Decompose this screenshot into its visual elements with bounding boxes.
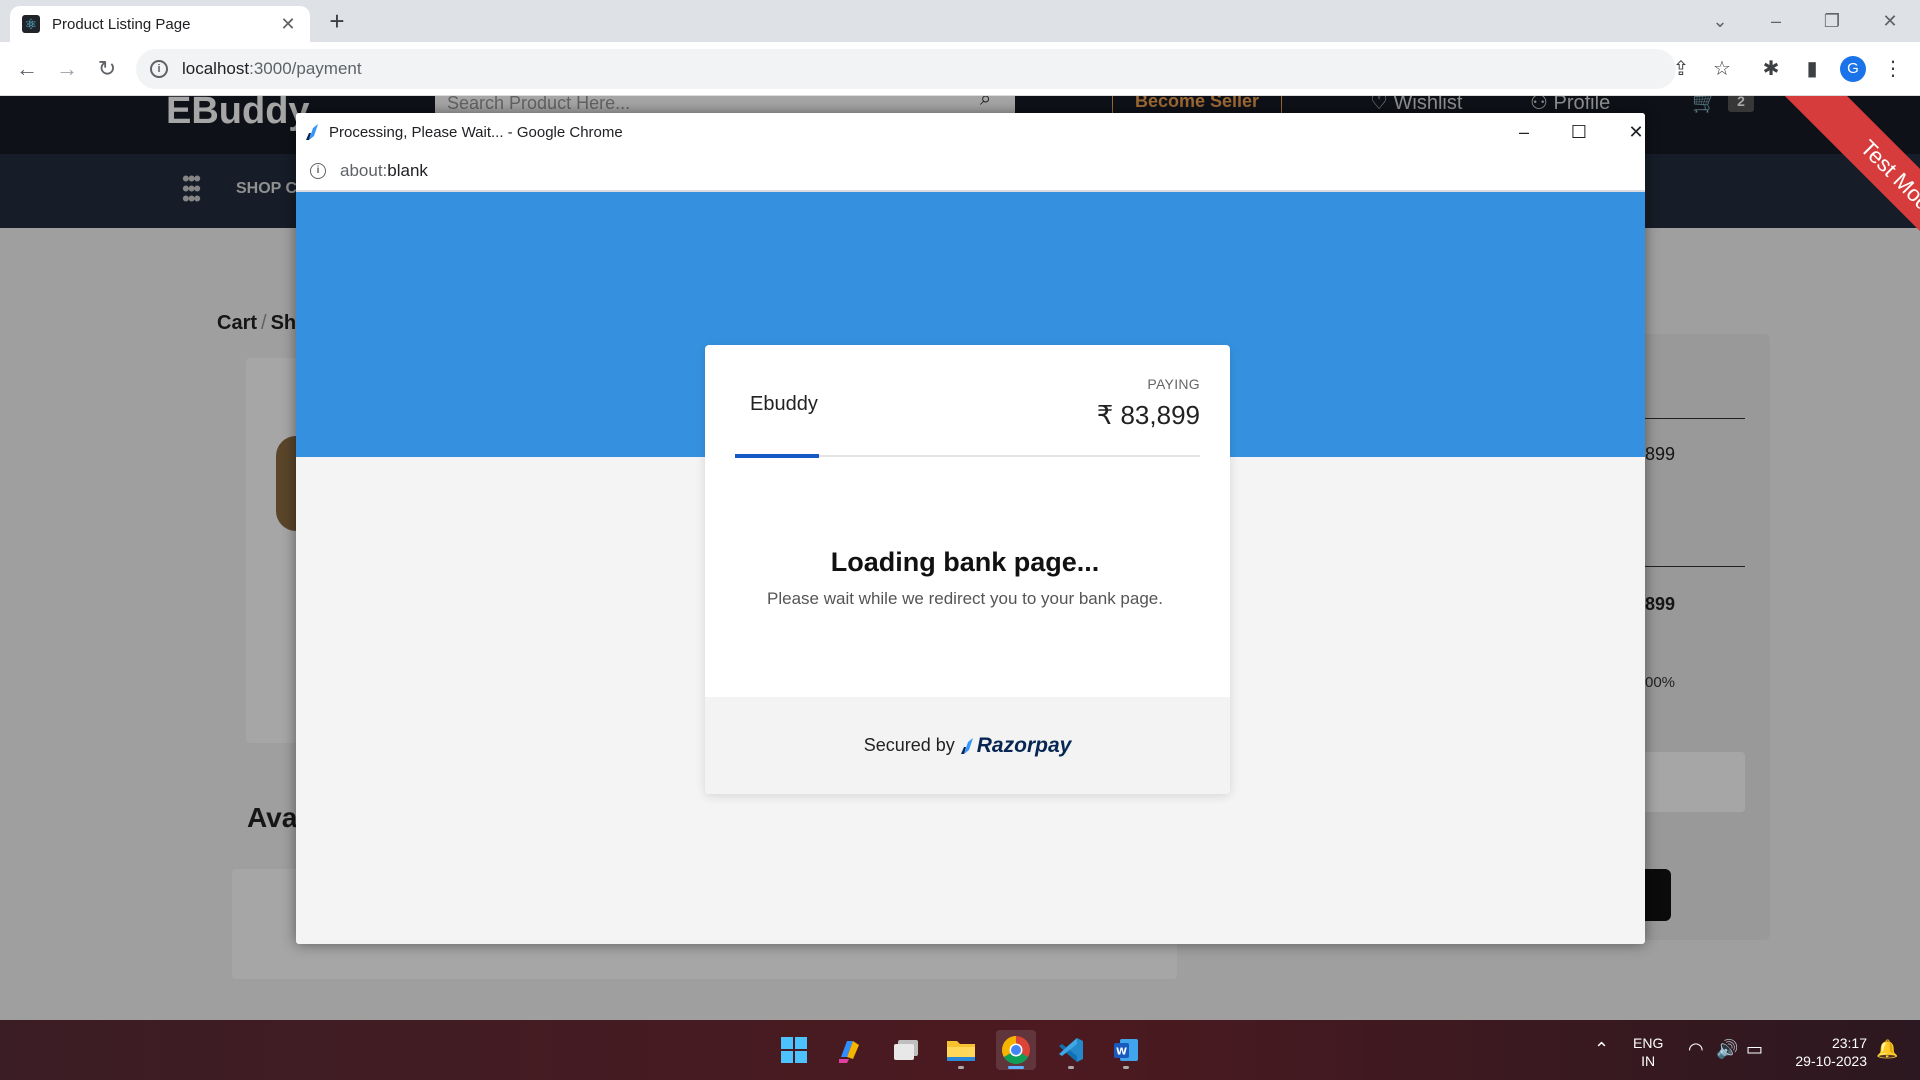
popup-minimize-icon[interactable]: – <box>1504 117 1544 147</box>
svg-text:W: W <box>1116 1047 1127 1058</box>
running-indicator <box>1123 1066 1129 1069</box>
running-indicator <box>958 1066 964 1069</box>
file-explorer-icon[interactable] <box>941 1030 981 1070</box>
merchant-name: Ebuddy <box>750 393 818 415</box>
reload-icon[interactable]: ↻ <box>92 54 122 84</box>
bookmark-star-icon[interactable]: ☆ <box>1709 56 1735 82</box>
popup-address-bar: i about:blank <box>296 151 1645 192</box>
loading-subtitle: Please wait while we redirect you to you… <box>767 589 1163 608</box>
secured-by-footer: Secured by Razorpay <box>705 697 1230 794</box>
loading-progress-bar <box>735 454 1200 458</box>
loading-progress-fill <box>735 454 819 458</box>
task-view-icon[interactable] <box>886 1030 926 1070</box>
payment-amount: ₹ 83,899 <box>1096 400 1200 430</box>
system-clock[interactable]: 23:17 29-10-2023 <box>1785 1034 1867 1070</box>
wifi-icon[interactable]: ◠ <box>1688 1039 1704 1060</box>
windows-taskbar: W ⌃ ENG IN ◠ 🔊 ▭ 23:17 29-10-2023 🔔 <box>0 1020 1920 1080</box>
side-panel-icon[interactable]: ▮ <box>1799 56 1825 82</box>
popup-info-icon[interactable]: i <box>310 162 326 179</box>
close-window-icon[interactable]: ✕ <box>1870 6 1910 36</box>
extensions-icon[interactable]: ✱ <box>1758 56 1784 82</box>
vscode-icon[interactable] <box>1051 1030 1091 1070</box>
notifications-bell-icon[interactable]: 🔔 <box>1876 1039 1898 1060</box>
popup-url: about:blank <box>340 160 428 180</box>
paying-label: PAYING <box>1147 376 1200 392</box>
address-bar[interactable]: i localhost:3000/payment <box>136 49 1676 89</box>
site-info-icon[interactable]: i <box>150 60 168 78</box>
show-hidden-icons-icon[interactable]: ⌃ <box>1594 1039 1609 1060</box>
address-url: localhost:3000/payment <box>182 59 362 78</box>
chrome-icon[interactable] <box>996 1030 1036 1070</box>
running-indicator <box>1068 1066 1074 1069</box>
input-language[interactable]: ENG IN <box>1633 1034 1663 1070</box>
new-tab-icon[interactable]: + <box>323 8 351 36</box>
tab-title: Product Listing Page <box>52 15 191 33</box>
profile-avatar[interactable]: G <box>1840 56 1866 82</box>
razorpay-checkout-card: Ebuddy PAYING ₹ 83,899 Loading bank page… <box>705 345 1230 794</box>
start-icon[interactable] <box>774 1030 814 1070</box>
razorpay-brand: Razorpay <box>960 734 1071 758</box>
loading-title: Loading bank page... <box>830 547 1100 577</box>
menu-kebab-icon[interactable]: ⋮ <box>1880 56 1906 82</box>
volume-icon[interactable]: 🔊 <box>1716 1039 1738 1060</box>
popup-maximize-icon[interactable]: ☐ <box>1559 117 1599 147</box>
tab-search-icon[interactable]: ⌄ <box>1700 6 1740 36</box>
active-indicator <box>1008 1066 1024 1069</box>
popup-close-icon[interactable]: ✕ <box>1616 117 1645 147</box>
back-icon[interactable]: ← <box>12 54 42 84</box>
browser-toolbar: ← → ↻ i localhost:3000/payment ⇪ ☆ ✱ ▮ ⋮ <box>0 42 1920 96</box>
tab-strip: ⚛ Product Listing Page ✕ + ⌄ – ❐ ✕ <box>0 0 1920 42</box>
popup-titlebar: Processing, Please Wait... - Google Chro… <box>296 113 1645 151</box>
share-icon[interactable]: ⇪ <box>1668 56 1694 82</box>
react-favicon-icon: ⚛ <box>22 15 40 33</box>
forward-icon[interactable]: → <box>52 54 82 84</box>
copilot-icon[interactable] <box>830 1030 870 1070</box>
secured-by-label: Secured by <box>863 735 955 755</box>
popup-title: Processing, Please Wait... - Google Chro… <box>329 123 623 141</box>
browser-tab[interactable]: ⚛ Product Listing Page ✕ <box>10 6 310 42</box>
word-icon[interactable]: W <box>1106 1030 1146 1070</box>
restore-icon[interactable]: ❐ <box>1812 6 1852 36</box>
payment-popup-window: Processing, Please Wait... - Google Chro… <box>296 113 1645 944</box>
minimize-icon[interactable]: – <box>1756 6 1796 36</box>
razorpay-mark-icon <box>960 737 973 754</box>
razorpay-logo-icon <box>306 124 318 140</box>
battery-icon[interactable]: ▭ <box>1746 1039 1763 1060</box>
tab-close-icon[interactable]: ✕ <box>278 14 298 35</box>
